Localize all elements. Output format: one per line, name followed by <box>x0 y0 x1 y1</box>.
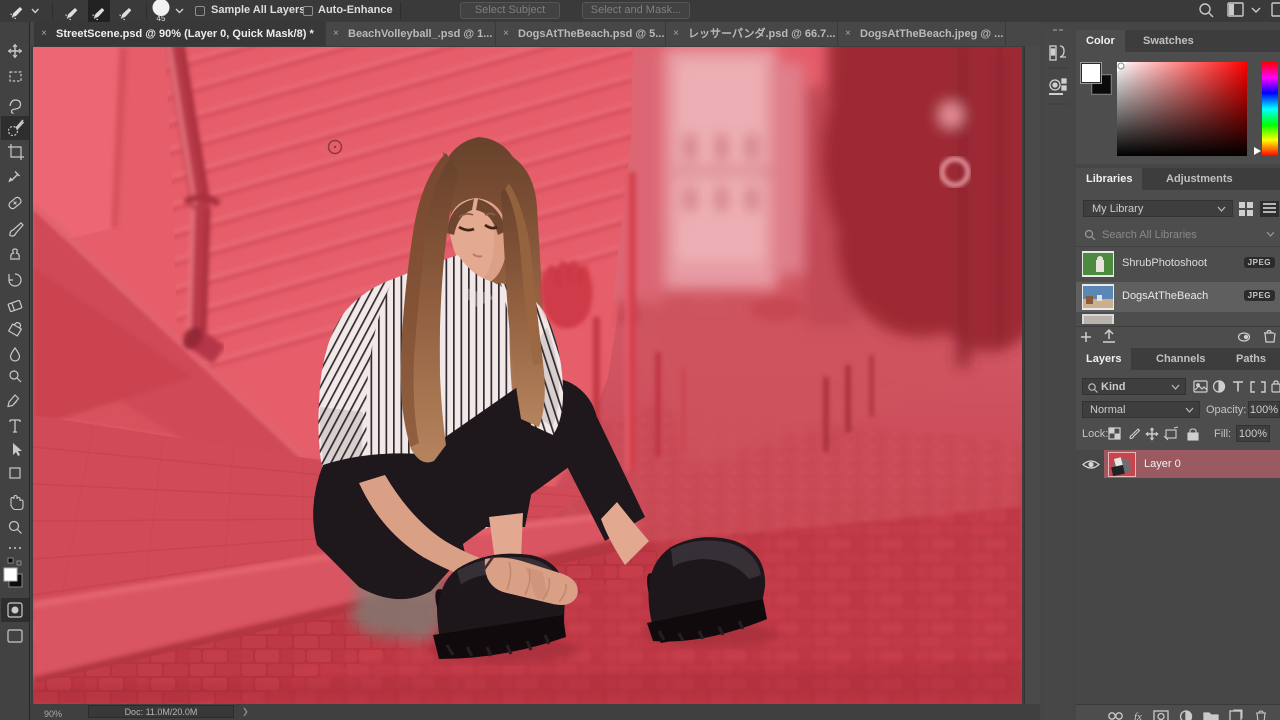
svg-text:Search All Libraries: Search All Libraries <box>1102 229 1197 241</box>
svg-text:fx: fx <box>1134 711 1142 720</box>
svg-text:45: 45 <box>157 14 166 22</box>
